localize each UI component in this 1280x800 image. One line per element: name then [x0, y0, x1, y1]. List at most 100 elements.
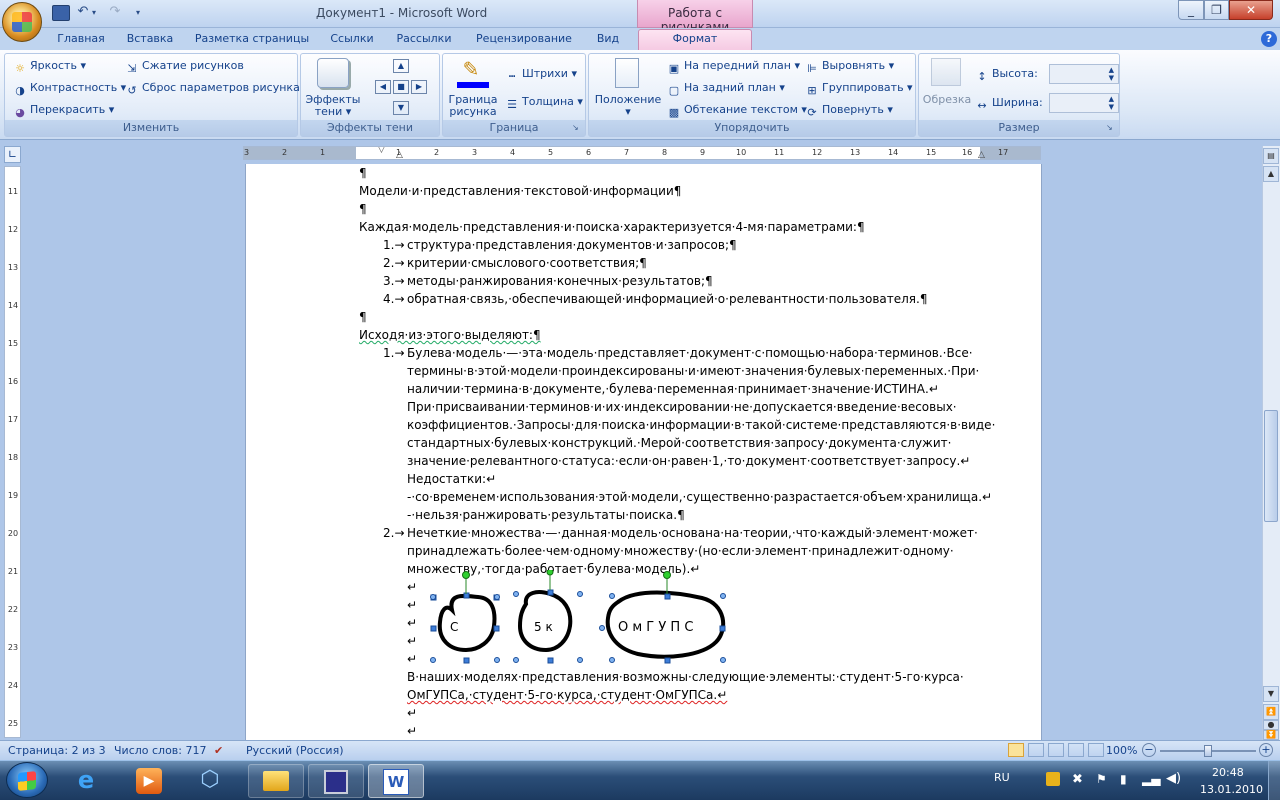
- text-wrapping-button[interactable]: ▩ Обтекание текстом ▾: [667, 103, 807, 120]
- office-button[interactable]: [2, 2, 42, 42]
- drawing-canvas[interactable]: С 5 к О м Г У П С: [426, 570, 736, 666]
- floppy-taskbar-button[interactable]: [308, 764, 364, 798]
- list-item-line: Нечеткие·множества·—·данная·модель·основ…: [407, 526, 978, 540]
- ruler-tick: 14: [888, 148, 899, 157]
- horizontal-ruler[interactable]: 3 2 1 1 2 3 4 5 6 7 8 9 10 11 12 13 14 1…: [243, 146, 1041, 160]
- volume-icon[interactable]: ◀): [1166, 771, 1181, 786]
- contrast-button[interactable]: ◑ Контрастность ▾: [13, 81, 126, 98]
- scroll-thumb[interactable]: [1264, 410, 1278, 522]
- ruler-tick: 24: [7, 681, 19, 690]
- show-desktop-button[interactable]: [1268, 761, 1280, 800]
- height-label: ↕ Высота:: [975, 67, 1037, 84]
- vertical-ruler[interactable]: 11 12 13 14 15 16 17 18 19 20 21 22 23 2…: [4, 166, 21, 738]
- compress-pictures-button[interactable]: ⇲ Сжатие рисунков: [125, 59, 244, 76]
- virtualbox-icon[interactable]: ⬡: [190, 764, 230, 798]
- previous-page-icon[interactable]: ⏫: [1263, 704, 1279, 720]
- zoom-slider-thumb[interactable]: [1204, 745, 1212, 757]
- dashes-button[interactable]: ┅ Штрихи ▾: [505, 67, 577, 84]
- brightness-button[interactable]: ☼ Яркость ▾: [13, 59, 86, 76]
- outline-view-icon[interactable]: [1068, 743, 1084, 757]
- explorer-taskbar-button[interactable]: [248, 764, 304, 798]
- zoom-in-icon[interactable]: +: [1259, 743, 1273, 757]
- border-dialog-launcher-icon[interactable]: ↘: [572, 123, 582, 133]
- list-item-line: принадлежать·более·чем·одному·множеству·…: [407, 544, 954, 558]
- undo-icon[interactable]: ↶: [74, 5, 92, 21]
- minimize-button[interactable]: _: [1178, 0, 1204, 20]
- scroll-up-icon[interactable]: ▲: [1263, 166, 1279, 182]
- tray-app-icon[interactable]: [1046, 772, 1060, 786]
- hanging-indent-marker-icon[interactable]: △: [396, 150, 403, 159]
- group-adjust: ☼ Яркость ▾ ◑ Контрастность ▾ ◕ Перекрасить…: [4, 53, 300, 137]
- clock-time[interactable]: 20:48: [1212, 766, 1244, 779]
- removable-device-icon[interactable]: ▮: [1120, 772, 1127, 786]
- page-count[interactable]: Страница: 2 из 3: [8, 744, 106, 757]
- position-button[interactable]: Положение ▾: [593, 94, 663, 118]
- group-objects-button[interactable]: ⊞ Группировать ▾: [805, 81, 912, 98]
- signal-icon[interactable]: ▂▄: [1142, 772, 1160, 786]
- nudge-left-icon[interactable]: ◀: [375, 80, 391, 94]
- shadow-effects-button[interactable]: Эффекты тени ▾: [303, 94, 363, 118]
- nudge-down-icon[interactable]: ▼: [393, 101, 409, 115]
- tab-insert[interactable]: Вставка: [118, 30, 182, 50]
- height-spinner[interactable]: ▲ ▼: [1049, 64, 1119, 84]
- weight-button[interactable]: ☰ Толщина ▾: [505, 95, 583, 112]
- reset-picture-button[interactable]: ↺ Сброс параметров рисунка: [125, 81, 299, 98]
- send-to-back-button[interactable]: ▢ На задний план ▾: [667, 81, 785, 98]
- tab-page-layout[interactable]: Разметка страницы: [190, 30, 314, 50]
- antivirus-icon[interactable]: ✖: [1072, 772, 1083, 787]
- first-line-indent-marker-icon[interactable]: ▽: [378, 147, 385, 155]
- clock-date[interactable]: 13.01.2010: [1200, 783, 1263, 796]
- select-browse-object-icon[interactable]: ●: [1263, 720, 1279, 730]
- close-button[interactable]: ✕: [1229, 0, 1273, 20]
- tab-format[interactable]: Формат: [638, 29, 752, 51]
- tab-references[interactable]: Ссылки: [322, 30, 382, 50]
- rotate-button[interactable]: ⟳ Повернуть ▾: [805, 103, 892, 120]
- tab-review[interactable]: Рецензирование: [468, 30, 580, 50]
- height-spin-arrows-icon[interactable]: ▲ ▼: [1109, 66, 1114, 82]
- print-layout-view-icon[interactable]: [1008, 743, 1024, 757]
- scroll-down-icon[interactable]: ▼: [1263, 686, 1279, 702]
- input-language[interactable]: RU: [994, 771, 1010, 784]
- view-ruler-toggle-icon[interactable]: ▤: [1263, 148, 1279, 164]
- tab-home[interactable]: Главная: [50, 30, 112, 50]
- right-indent-marker-icon[interactable]: △: [978, 150, 985, 159]
- size-dialog-launcher-icon[interactable]: ↘: [1106, 123, 1116, 133]
- next-page-icon[interactable]: ⏬: [1263, 730, 1279, 740]
- proofing-icon[interactable]: ✔: [214, 744, 223, 757]
- width-spin-arrows-icon[interactable]: ▲ ▼: [1109, 95, 1114, 111]
- restore-button[interactable]: ❐: [1204, 0, 1229, 20]
- nudge-right-icon[interactable]: ▶: [411, 80, 427, 94]
- shadow-toggle-icon[interactable]: ■: [393, 80, 409, 94]
- oval-text-3: О м Г У П С: [618, 620, 693, 635]
- network-icon[interactable]: ⚑: [1096, 772, 1107, 786]
- redo-icon[interactable]: ↷: [106, 5, 124, 21]
- zoom-out-icon[interactable]: −: [1142, 743, 1156, 757]
- group-label-adjust: Изменить: [5, 120, 297, 136]
- ruler-tick: 11: [774, 148, 785, 157]
- tab-selector-icon[interactable]: ∟: [4, 146, 21, 163]
- media-player-icon[interactable]: ▶: [130, 764, 170, 798]
- tab-view[interactable]: Вид: [590, 30, 626, 50]
- align-button[interactable]: ⊫ Выровнять ▾: [805, 59, 894, 76]
- paragraph-mark: ¶: [359, 166, 367, 180]
- help-icon[interactable]: ?: [1261, 31, 1277, 47]
- save-icon[interactable]: [52, 5, 70, 21]
- language[interactable]: Русский (Россия): [246, 744, 344, 757]
- start-button[interactable]: [6, 762, 48, 798]
- nudge-up-icon[interactable]: ▲: [393, 59, 409, 73]
- zoom-level[interactable]: 100%: [1106, 744, 1137, 757]
- width-spinner[interactable]: ▲ ▼: [1049, 93, 1119, 113]
- full-screen-reading-icon[interactable]: [1028, 743, 1044, 757]
- recolor-button[interactable]: ◕ Перекрасить ▾: [13, 103, 114, 120]
- bring-to-front-button[interactable]: ▣ На передний план ▾: [667, 59, 800, 76]
- tab-mailings[interactable]: Рассылки: [390, 30, 458, 50]
- crop-button[interactable]: Обрезка: [921, 94, 973, 106]
- web-layout-icon[interactable]: [1048, 743, 1064, 757]
- word-taskbar-button[interactable]: W: [368, 764, 424, 798]
- list-item-line: термины·в·этой·модели·проиндексированы·и…: [407, 364, 980, 378]
- draft-view-icon[interactable]: [1088, 743, 1104, 757]
- internet-explorer-icon[interactable]: e: [66, 764, 106, 798]
- customize-qat-icon[interactable]: ▾: [136, 5, 154, 21]
- document-page[interactable]: ¶ Модели·и·представления·текстовой·инфор…: [246, 164, 1041, 740]
- word-count[interactable]: Число слов: 717: [114, 744, 207, 757]
